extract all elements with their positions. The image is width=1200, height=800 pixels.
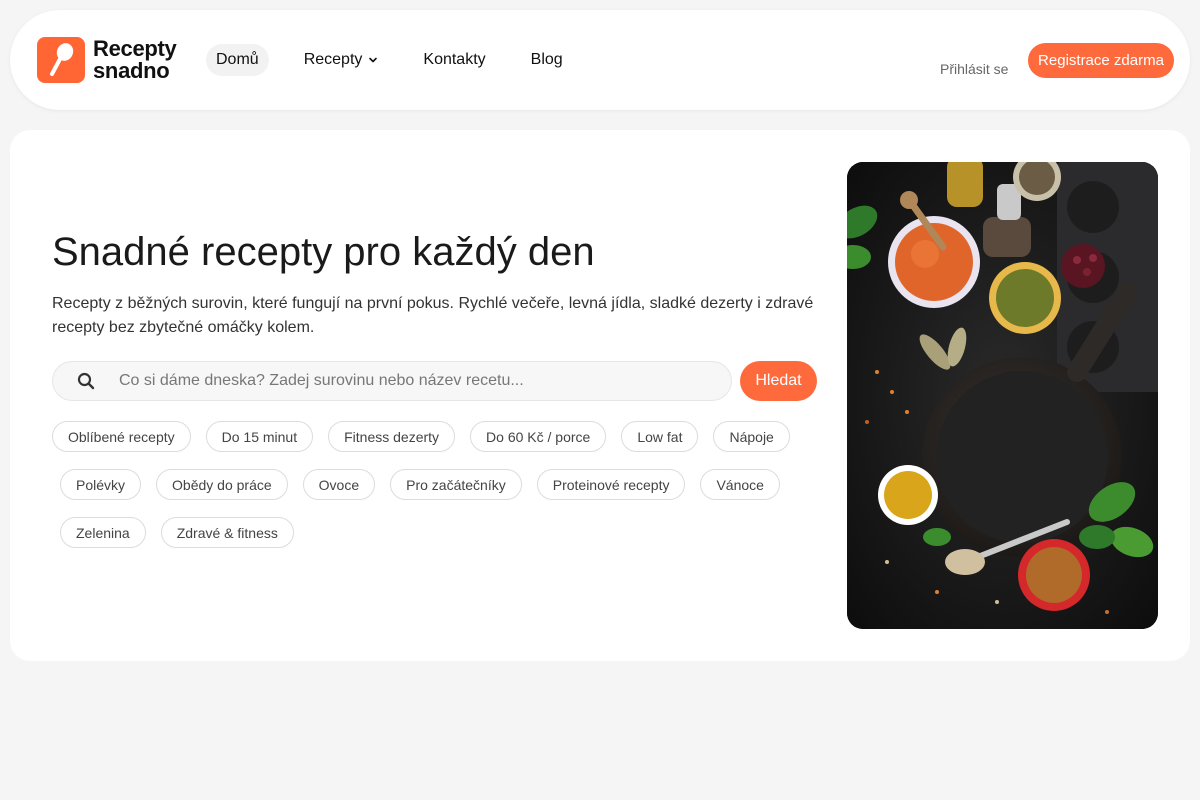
tag-chip[interactable]: Nápoje [713, 421, 790, 452]
nav-item-recipes-label: Recepty [303, 51, 363, 68]
tag-chip[interactable]: Ovoce [302, 469, 376, 500]
register-button[interactable]: Registrace zdarma [1028, 43, 1174, 78]
tag-chip[interactable]: Obědy do práce [156, 469, 288, 500]
tag-row: Polévky Obědy do práce Ovoce Pro začáteč… [52, 469, 832, 500]
main-nav: Domů Recepty Kontakty Blog [206, 44, 573, 76]
tag-chip[interactable]: Polévky [60, 469, 142, 500]
hero-food-photo [847, 162, 1158, 629]
brand-logo[interactable]: Recepty snadno [37, 37, 177, 83]
food-photo-illustration [847, 162, 1158, 629]
top-navbar: Recepty snadno Domů Recepty Kontakty Blo… [10, 10, 1190, 110]
tag-chip[interactable]: Fitness dezerty [328, 421, 456, 452]
tag-row: Oblíbené recepty Do 15 minut Fitness dez… [52, 421, 832, 452]
brand-name-line2: snadno [93, 58, 170, 83]
spoon-icon [37, 37, 85, 83]
search-icon [77, 372, 95, 390]
tag-chip[interactable]: Vánoce [700, 469, 780, 500]
nav-item-recipes[interactable]: Recepty [294, 44, 389, 76]
page-title: Snadné recepty pro každý den [52, 230, 595, 274]
nav-item-contacts[interactable]: Kontakty [413, 44, 495, 76]
tag-chip[interactable]: Proteinové recepty [536, 469, 686, 500]
hero-subtitle: Recepty z běžných surovin, které fungují… [52, 295, 814, 336]
search-button[interactable]: Hledat [740, 361, 817, 401]
tag-chip[interactable]: Pro začátečníky [390, 469, 522, 500]
nav-item-home[interactable]: Domů [206, 44, 269, 76]
tag-chip[interactable]: Zelenina [60, 517, 146, 548]
chevron-down-icon [369, 57, 378, 63]
tag-row: Zelenina Zdravé & fitness [52, 517, 832, 548]
tag-chip[interactable]: Oblíbené recepty [52, 421, 191, 452]
brand-name: Recepty snadno [93, 38, 177, 82]
tag-chip[interactable]: Zdravé & fitness [160, 517, 294, 548]
tag-chip[interactable]: Low fat [621, 421, 699, 452]
nav-item-blog[interactable]: Blog [521, 44, 573, 76]
search-input[interactable] [119, 372, 679, 390]
login-link[interactable]: Přihlásit se [940, 61, 1008, 77]
tag-list: Oblíbené recepty Do 15 minut Fitness dez… [52, 421, 832, 565]
hero-section: Snadné recepty pro každý den Recepty z b… [10, 130, 1190, 661]
search-bar [52, 361, 732, 401]
tag-chip[interactable]: Do 15 minut [205, 421, 314, 452]
tag-chip[interactable]: Do 60 Kč / porce [470, 421, 607, 452]
brand-name-line1: Recepty [93, 36, 177, 61]
